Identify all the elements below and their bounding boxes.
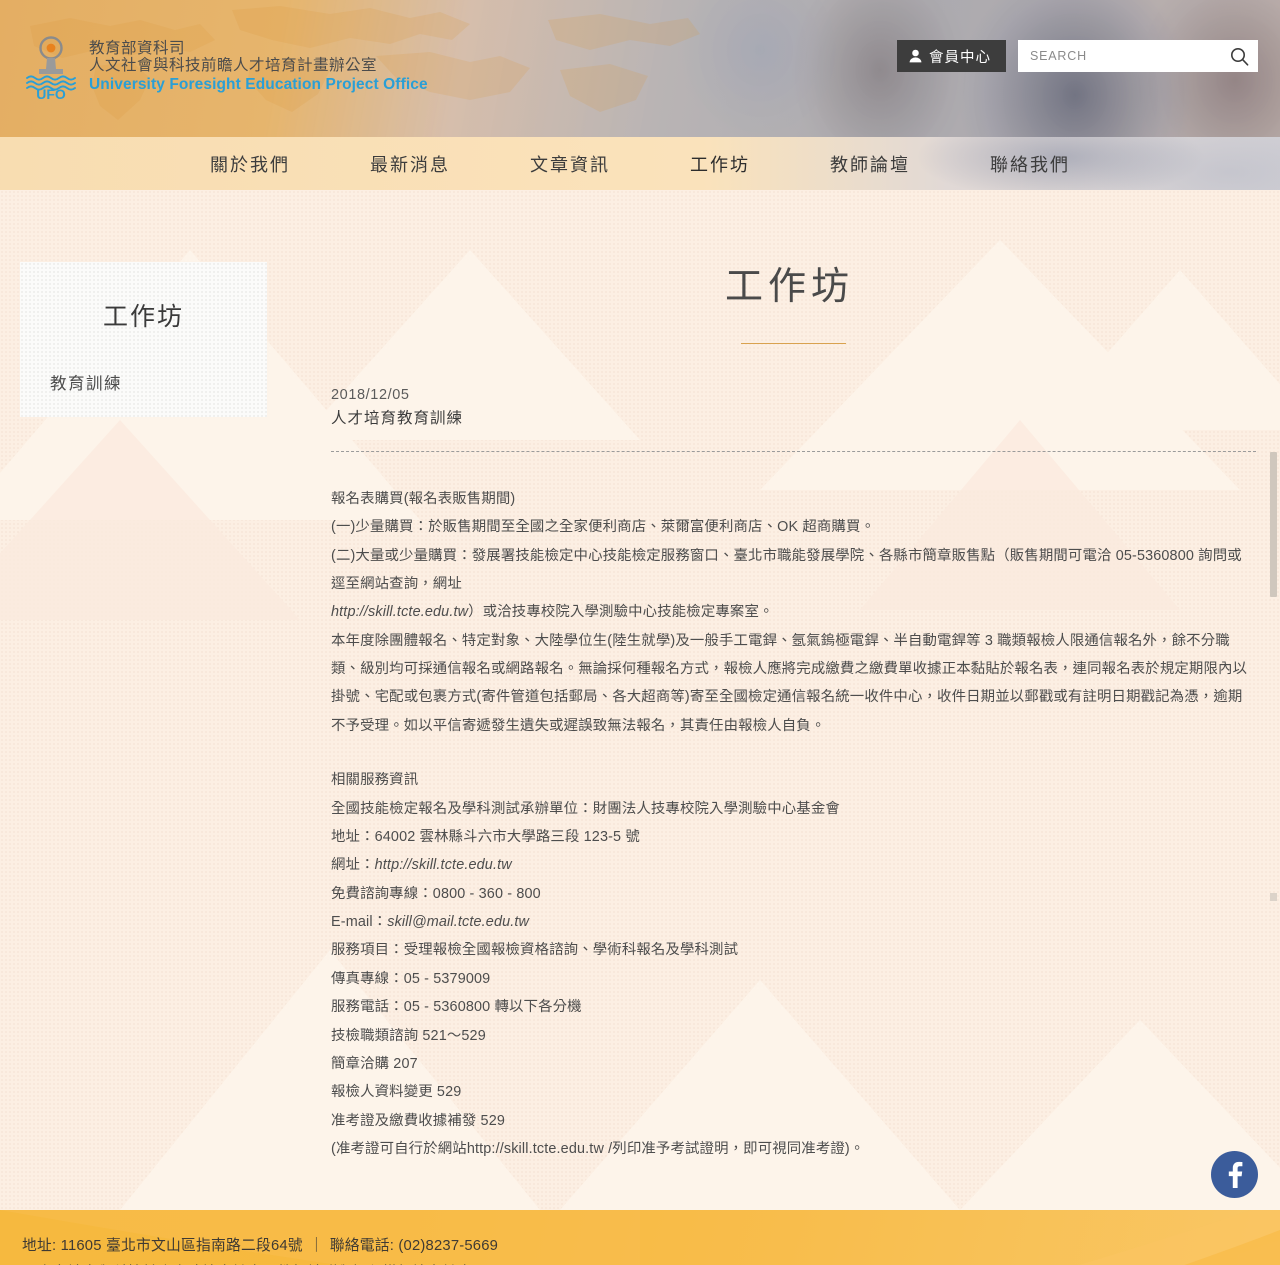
logo-line-english: University Foresight Education Project O…: [89, 75, 428, 93]
footer-copyright: © 人文社會與科技前瞻人才培育計畫—教師社群與課程模組培力計畫(UFOTC) A…: [22, 1260, 677, 1265]
nav-item-contact[interactable]: 聯絡我們: [950, 151, 1110, 177]
logo-line-ministry: 教育部資科司: [89, 40, 186, 57]
service-email-link[interactable]: skill@mail.tcte.edu.tw: [387, 914, 529, 930]
service-ext-data-change: 報檢人資料變更 529: [331, 1084, 462, 1101]
facebook-icon: [1228, 1161, 1243, 1188]
nav-item-about[interactable]: 關於我們: [170, 151, 330, 177]
service-ticket-note: (准考證可自行於網站http://skill.tcte.edu.tw /列印准予…: [331, 1135, 1256, 1163]
article-meta: 2018/12/05 人才培育教育訓練: [331, 384, 1256, 432]
service-fax: 傳真專線：05 - 5379009: [331, 970, 491, 987]
service-organizer: 全國技能檢定報名及學科測試承辦單位：財團法人技專校院入學測驗中心基金會: [331, 800, 840, 817]
article-date: 2018/12/05: [331, 386, 410, 403]
site-logo[interactable]: UFO 教育部資科司 人文社會與科技前瞻人才培育計畫辦公室 University…: [22, 36, 428, 100]
service-scope: 服務項目：受理報檢全國報檢資格諮詢、學術科報名及學科測試: [331, 942, 739, 959]
page-title: 工作坊: [724, 266, 854, 308]
sidebar-item-education-training[interactable]: 教育訓練: [50, 371, 267, 397]
search-submit-button[interactable]: [1220, 40, 1258, 72]
service-email-label: E-mail：: [331, 914, 388, 931]
service-email: E-mail：skill@mail.tcte.edu.tw: [331, 908, 1256, 936]
paragraph-bulk-quantity: (二)大量或少量購買：發展署技能檢定中心技能檢定服務窗口、臺北市職能發展學院、各…: [331, 547, 1242, 592]
ticket-note-suffix: /列印准予考試證明，即可視同准考證)。: [603, 1141, 865, 1158]
nav-item-teacher-forum[interactable]: 教師論壇: [790, 151, 950, 177]
service-website-label: 網址：: [331, 857, 375, 874]
service-ext-ticket-reissue: 准考證及繳費收據補發 529: [331, 1112, 506, 1129]
nav-item-workshop[interactable]: 工作坊: [650, 151, 790, 177]
content-scrollbar-thumb[interactable]: [1270, 452, 1277, 597]
site-header: UFO 教育部資科司 人文社會與科技前瞻人才培育計畫辦公室 University…: [0, 0, 1280, 137]
main-content: 工作坊 2018/12/05 人才培育教育訓練 報名表購買(報名表販售期間) (…: [331, 265, 1256, 1210]
content-scrollbar-marker: [1270, 893, 1277, 901]
main-navigation: 關於我們 最新消息 文章資訊 工作坊 教師論壇 聯絡我們: [0, 137, 1280, 190]
paragraph-bulk-quantity-continued: http://skill.tcte.edu.tw）或洽技專校院入學測驗中心技能檢…: [331, 598, 1256, 626]
facebook-button[interactable]: [1211, 1151, 1258, 1198]
paragraph-bulk-tail: ）或洽技專校院入學測驗中心技能檢定專案室。: [468, 604, 774, 621]
nav-item-articles[interactable]: 文章資訊: [490, 151, 650, 177]
logo-line-office: 人文社會與科技前瞻人才培育計畫辦公室: [89, 57, 378, 75]
ticket-note-prefix: (准考證可自行於網站: [331, 1141, 467, 1158]
service-phone: 服務電話：05 - 5360800 轉以下各分機: [331, 999, 582, 1016]
article-body: 報名表購買(報名表販售期間) (一)少量購買：於販售期間至全國之全家便利商店、萊…: [331, 485, 1256, 1164]
paragraph-form-purchase-heading: 報名表購買(報名表販售期間): [331, 490, 516, 507]
member-center-button[interactable]: 會員中心: [897, 40, 1006, 72]
nav-item-news[interactable]: 最新消息: [330, 151, 490, 177]
search-box[interactable]: [1018, 40, 1258, 72]
ticket-note-link[interactable]: http://skill.tcte.edu.tw: [467, 1141, 604, 1157]
footer-separator: ｜: [308, 1238, 324, 1254]
skill-site-link-inline[interactable]: http://skill.tcte.edu.tw: [331, 604, 468, 620]
paragraph-registration-rules: 本年度除團體報名、特定對象、大陸學位生(陸生就學)及一般手工電銲、氬氣鎢極電銲、…: [331, 632, 1248, 734]
content-scrollbar-track[interactable]: [1269, 190, 1278, 1210]
sidebar: 工作坊 教育訓練: [20, 262, 267, 417]
paragraph-small-quantity: (一)少量購買：於販售期間至全國之全家便利商店、萊爾富便利商店、OK 超商購買。: [331, 519, 876, 536]
article-subject: 人才培育教育訓練: [331, 410, 464, 428]
page-body: 工作坊 教育訓練 工作坊 2018/12/05 人才培育教育訓練 報名表購買(報…: [0, 190, 1280, 1210]
dashed-divider: [331, 450, 1256, 452]
user-icon: [909, 49, 922, 63]
footer-address: 地址: 11605 臺北市文山區指南路二段64號: [22, 1238, 303, 1254]
member-center-label: 會員中心: [929, 49, 991, 66]
ufo-logo-icon: UFO: [26, 36, 76, 100]
service-website-link[interactable]: http://skill.tcte.edu.tw: [375, 857, 512, 873]
service-address: 地址：64002 雲林縣斗六市大學路三段 123-5 號: [331, 828, 640, 845]
service-toll-free: 免費諮詢專線：0800 - 360 - 800: [331, 885, 541, 902]
sidebar-menu: 教育訓練: [20, 371, 267, 397]
title-underline: [741, 342, 846, 344]
footer-contact-line: 地址: 11605 臺北市文山區指南路二段64號 ｜ 聯絡電話: (02)8237-…: [22, 1233, 677, 1260]
service-ext-brochure: 簡章洽購 207: [331, 1055, 418, 1072]
service-ext-category: 技檢職類諮詢 521～529: [331, 1027, 486, 1044]
service-info-heading: 相關服務資訊: [331, 772, 419, 789]
footer-text-block: 地址: 11605 臺北市文山區指南路二段64號 ｜ 聯絡電話: (02)8237-…: [22, 1233, 677, 1265]
ufo-wordmark: UFO: [36, 86, 66, 100]
footer-phone: 聯絡電話: (02)8237-5669: [329, 1238, 499, 1254]
search-input[interactable]: [1018, 40, 1220, 72]
sidebar-title: 工作坊: [102, 303, 184, 331]
service-website: 網址：http://skill.tcte.edu.tw: [331, 851, 1256, 879]
site-footer: 地址: 11605 臺北市文山區指南路二段64號 ｜ 聯絡電話: (02)8237-…: [0, 1210, 1280, 1265]
search-icon: [1230, 47, 1248, 66]
